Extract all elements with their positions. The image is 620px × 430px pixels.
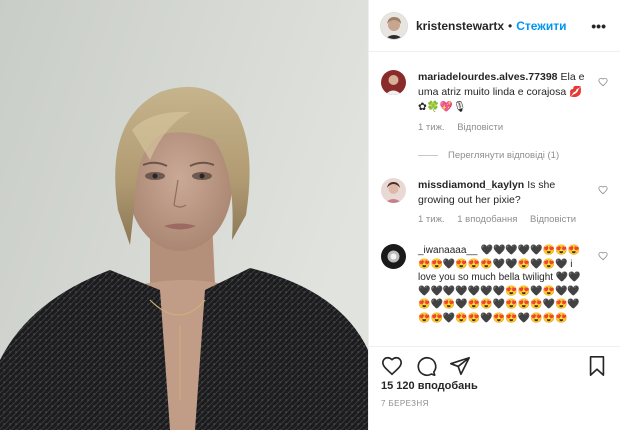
author-avatar[interactable] (381, 12, 407, 39)
small-heart-icon[interactable] (598, 251, 608, 261)
small-heart-icon[interactable] (598, 185, 608, 195)
portrait-image (0, 0, 368, 430)
more-icon[interactable]: ••• (591, 18, 606, 34)
comments-list[interactable]: mariadelourdes.alves.77398 Ela e uma atri… (369, 52, 620, 346)
comment-likes[interactable]: 1 вподобання (457, 214, 517, 225)
comment-meta: 1 тиж. 1 вподобання Відповісти (418, 214, 586, 225)
comment-item: _iwanaaaa__ 🖤🖤🖤🖤🖤😍😍😍😍😍🖤😍😍😍🖤🖤😍🖤😍🖤 i love y… (381, 244, 608, 346)
post-date[interactable]: 7 БЕРЕЗНЯ (381, 399, 429, 408)
reply-button[interactable]: Відповісти (457, 122, 503, 133)
commenter-avatar-image (381, 244, 406, 269)
instagram-post: kristenstewartx • Стежити ••• mariadelou… (0, 0, 620, 430)
post-header: kristenstewartx • Стежити ••• (369, 0, 620, 52)
comment-username[interactable]: _iwanaaaa__ (418, 245, 478, 256)
author-avatar-image (381, 12, 407, 39)
commenter-avatar-image (381, 178, 406, 203)
comment-text: missdiamond_kaylyn Is she growing out her… (418, 178, 590, 208)
comment-username[interactable]: mariadelourdes.alves.77398 (418, 71, 558, 83)
reply-button[interactable]: Відповісти (530, 214, 576, 225)
comment-text: mariadelourdes.alves.77398 Ela e uma atri… (418, 70, 590, 115)
comment-username[interactable]: missdiamond_kaylyn (418, 179, 524, 191)
comment-item: mariadelourdes.alves.77398 Ela e uma atri… (381, 70, 608, 170)
header-separator: • (508, 18, 513, 33)
comment-message: 🖤🖤🖤🖤🖤😍😍😍😍😍🖤😍😍😍🖤🖤😍🖤😍🖤 i love you so much … (418, 245, 581, 324)
comment-text: _iwanaaaa__ 🖤🖤🖤🖤🖤😍😍😍😍😍🖤😍😍😍🖤🖤😍🖤😍🖤 i love y… (418, 244, 590, 325)
comment-item: missdiamond_kaylyn Is she growing out her… (381, 178, 608, 238)
heart-icon[interactable] (381, 355, 403, 377)
share-icon[interactable] (449, 355, 471, 377)
post-photo[interactable] (0, 0, 368, 430)
commenter-avatar[interactable] (381, 70, 406, 95)
commenter-avatar[interactable] (381, 244, 406, 269)
view-replies-label: Переглянути відповіді (1) (448, 150, 560, 161)
comment-meta: 1 тиж. Відповісти (418, 122, 513, 133)
small-heart-icon[interactable] (598, 77, 608, 87)
bookmark-icon[interactable] (586, 355, 608, 377)
likes-count[interactable]: 15 120 вподобань (381, 380, 478, 392)
post-side-panel: kristenstewartx • Стежити ••• mariadelou… (368, 0, 620, 430)
author-username[interactable]: kristenstewartx (416, 19, 504, 33)
comment-icon[interactable] (415, 355, 437, 377)
follow-button[interactable]: Стежити (516, 19, 566, 33)
replies-line (418, 155, 438, 156)
commenter-avatar[interactable] (381, 178, 406, 203)
comment-time: 1 тиж. (418, 122, 445, 133)
view-replies-button[interactable]: Переглянути відповіді (1) (418, 150, 559, 161)
comment-time: 1 тиж. (418, 214, 445, 225)
commenter-avatar-image (381, 70, 406, 95)
